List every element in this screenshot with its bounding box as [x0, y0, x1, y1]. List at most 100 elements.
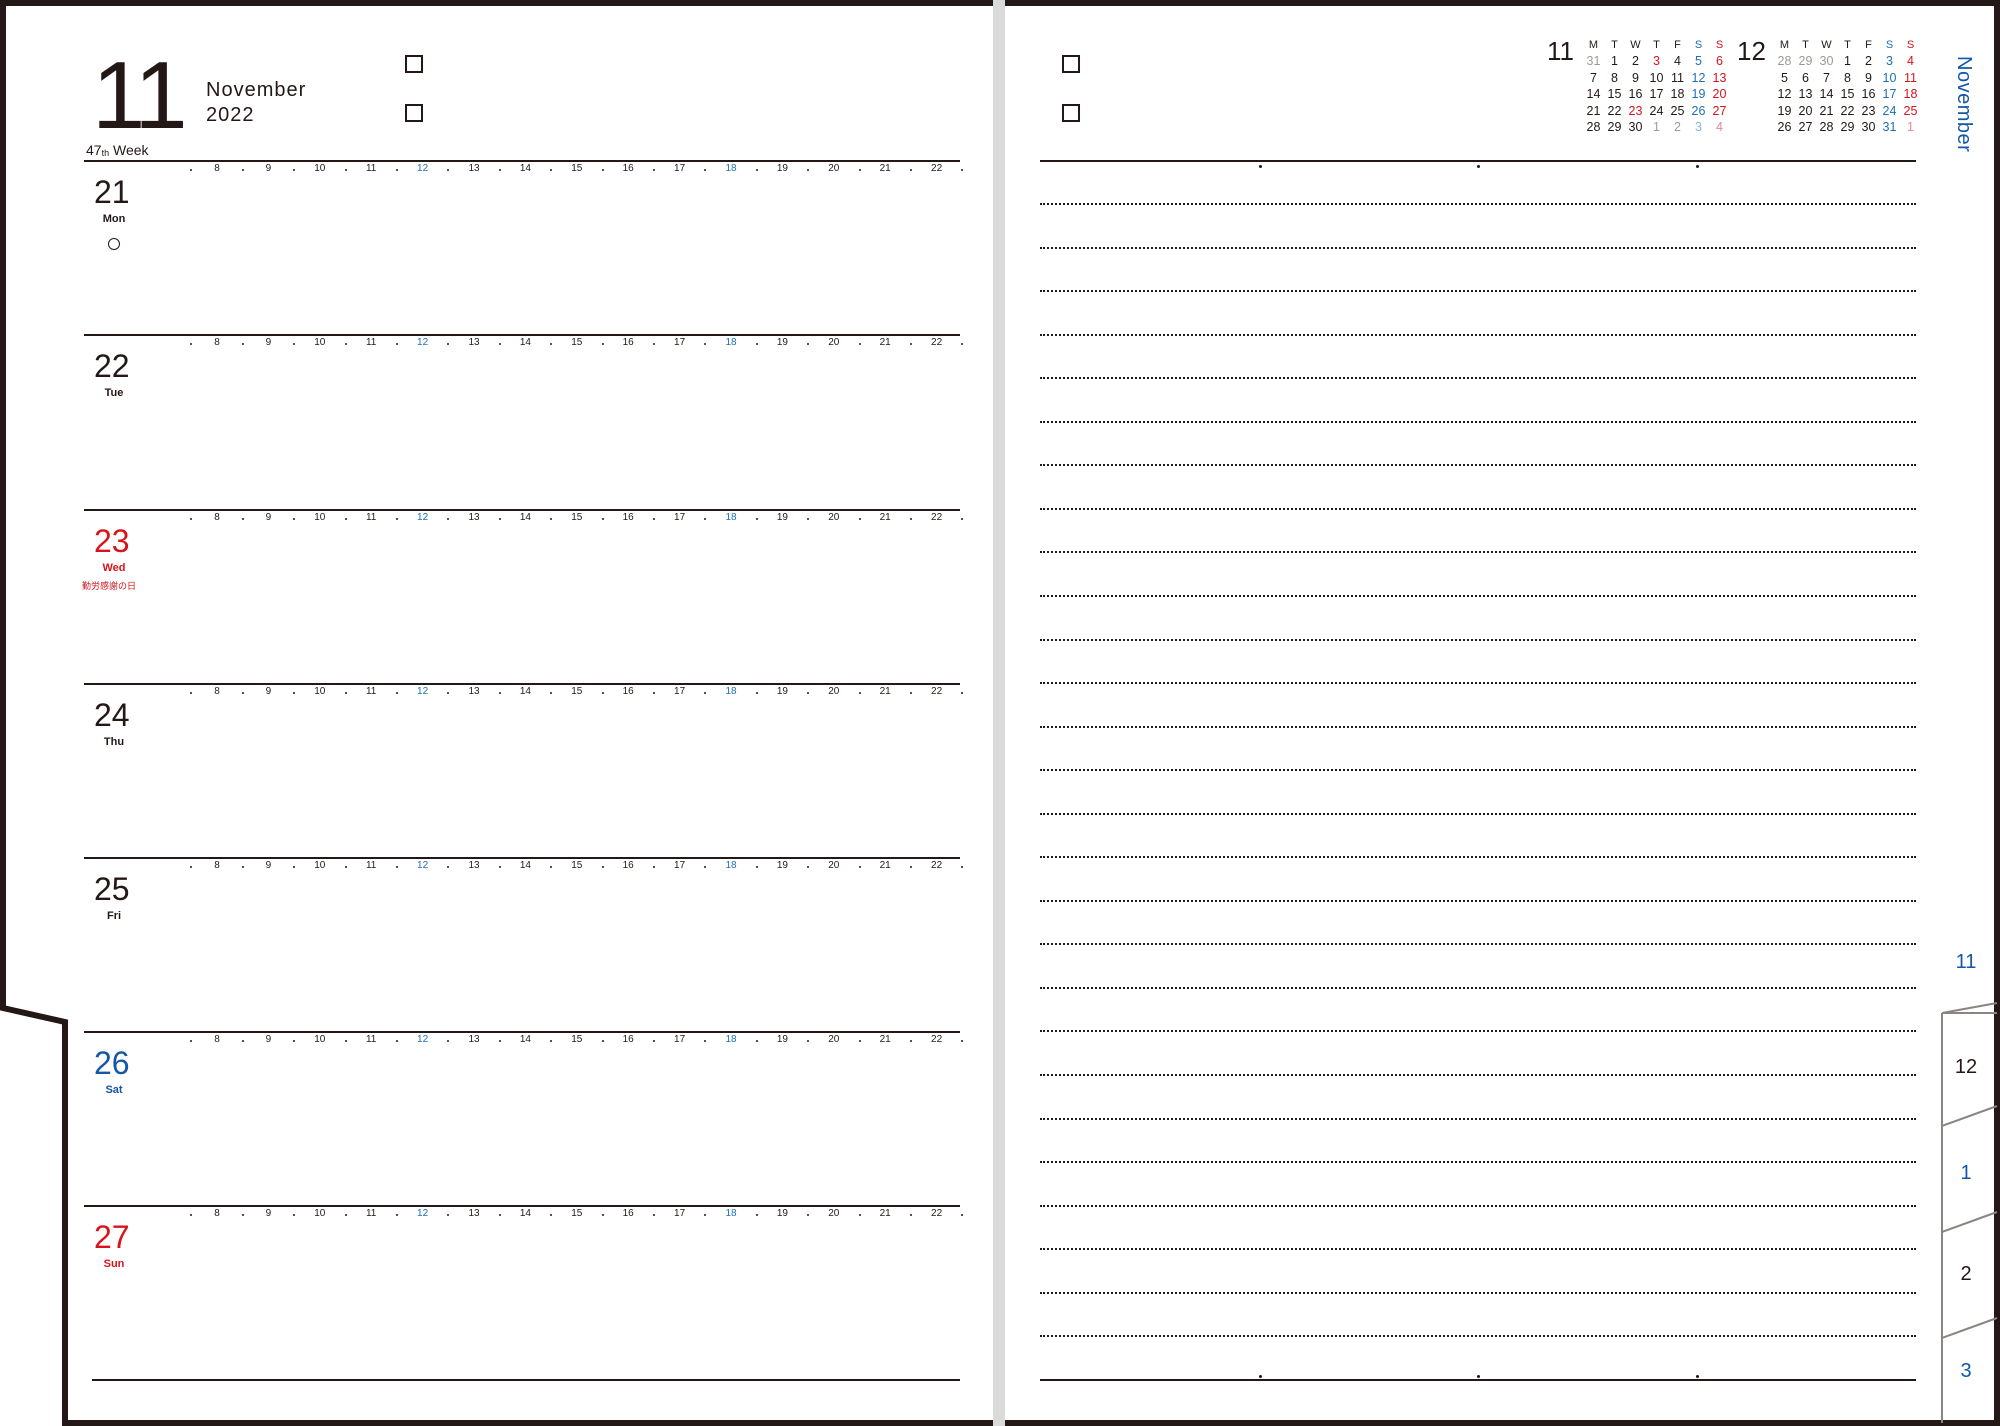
- note-line: [1040, 1161, 1916, 1164]
- half-hour-dot: [344, 343, 347, 345]
- half-hour-dot: [190, 1214, 193, 1216]
- mini-calendar-day: 28: [1586, 119, 1601, 134]
- mini-calendar-day: 18: [1903, 87, 1918, 102]
- half-hour-dot: [704, 1040, 707, 1042]
- hour-label: 16: [622, 1034, 634, 1045]
- half-hour-dot: [755, 692, 758, 694]
- half-hour-dot: [447, 1040, 450, 1042]
- half-hour-dot: [601, 692, 604, 694]
- note-line: [1040, 290, 1916, 293]
- day-row[interactable]: 26 Sat 8 9 10 11 12 13 14 15 16 17 18 19 20 21 22: [84, 1031, 964, 1205]
- todo-checkbox[interactable]: [1062, 55, 1080, 73]
- day-row[interactable]: 22 Tue 8 9 10 11 12 13 14 15 16 17 18 19 20 21 22: [84, 334, 964, 508]
- month-tab-1[interactable]: 1: [1944, 1162, 1988, 1185]
- half-hour-dot: [293, 692, 296, 694]
- mini-calendar-day: 28: [1819, 119, 1834, 134]
- column-guide-dot: [1696, 165, 1699, 168]
- mini-calendar-day: 11: [1671, 70, 1684, 85]
- mini-calendar-day: 6: [1716, 54, 1723, 69]
- hour-label: 10: [314, 512, 326, 523]
- half-hour-dot: [652, 518, 655, 520]
- note-line: [1040, 1335, 1916, 1338]
- month-tab-2[interactable]: 2: [1944, 1263, 1988, 1286]
- todo-checkbox[interactable]: [1062, 104, 1080, 122]
- month-tab-3[interactable]: 3: [1944, 1360, 1988, 1383]
- day-row[interactable]: 24 Thu 8 9 10 11 12 13 14 15 16 17 18 19 20 21 22: [84, 683, 964, 857]
- hour-label: 13: [468, 860, 480, 871]
- half-hour-dot: [498, 1214, 501, 1216]
- hour-label: 13: [468, 337, 480, 348]
- mini-calendar-day: 26: [1691, 103, 1706, 118]
- mini-calendar-day: 23: [1861, 103, 1876, 118]
- day-row[interactable]: 23 Wed 勤労感謝の日 8 9 10 11 12 13 14 15 16 17 18 19 20 21 22: [82, 509, 964, 683]
- mini-calendar-day: 13: [1712, 70, 1727, 85]
- hour-label: 20: [828, 686, 840, 697]
- half-hour-dot: [858, 866, 861, 868]
- half-hour-dot: [344, 866, 347, 868]
- hour-label: 12: [417, 512, 429, 523]
- half-hour-dot: [395, 866, 398, 868]
- note-line: [1040, 1117, 1916, 1120]
- half-hour-dot: [550, 1040, 553, 1042]
- page-spine: [993, 0, 1005, 1426]
- week-word: Week: [112, 142, 149, 158]
- half-hour-dot: [858, 692, 861, 694]
- mini-calendar-weekday-header: T: [1611, 39, 1618, 51]
- half-hour-dot: [395, 169, 398, 171]
- note-line: [1040, 594, 1916, 597]
- mini-calendar-day: 4: [1674, 54, 1681, 69]
- day-row[interactable]: 21 Mon 8 9 10 11 12 13 14 15 16 17 18 19 20 21 22: [84, 160, 964, 334]
- half-hour-dot: [395, 343, 398, 345]
- note-line: [1040, 682, 1916, 685]
- half-hour-dot: [807, 1214, 810, 1216]
- month-tab-11[interactable]: 11: [1944, 951, 1988, 974]
- half-hour-dot: [241, 1214, 244, 1216]
- mini-calendar-day: 19: [1777, 103, 1792, 118]
- half-hour-dot: [447, 692, 450, 694]
- half-hour-dot: [395, 1040, 398, 1042]
- hour-label: 15: [571, 1034, 583, 1045]
- half-hour-dot: [755, 518, 758, 520]
- hour-label: 19: [776, 512, 788, 523]
- mini-calendar-weekday-header: W: [1821, 39, 1832, 51]
- week-suffix: th: [101, 148, 110, 158]
- hour-label: 9: [265, 1208, 272, 1219]
- note-line: [1040, 551, 1916, 554]
- half-hour-dot: [704, 692, 707, 694]
- half-hour-dot: [241, 169, 244, 171]
- hour-label: 21: [879, 337, 891, 348]
- mini-calendar-day: 21: [1586, 103, 1601, 118]
- mini-calendar-day: 25: [1670, 103, 1685, 118]
- note-line: [1040, 1074, 1916, 1076]
- todo-checkbox[interactable]: [405, 104, 423, 122]
- day-row[interactable]: 25 Fri 8 9 10 11 12 13 14 15 16 17 18 19 20 21 22: [84, 857, 964, 1031]
- mini-calendar-day: 12: [1691, 70, 1706, 85]
- half-hour-dot: [550, 692, 553, 694]
- hour-label: 14: [519, 337, 531, 348]
- hour-label: 20: [828, 512, 840, 523]
- hour-label: 20: [828, 337, 840, 348]
- mini-calendar-day: 5: [1695, 54, 1702, 69]
- month-tab-12[interactable]: 12: [1944, 1056, 1988, 1079]
- hour-label: 13: [468, 686, 480, 697]
- half-hour-dot: [498, 169, 501, 171]
- todo-checkbox[interactable]: [405, 55, 423, 73]
- mini-calendar-day: 12: [1777, 87, 1792, 102]
- mini-calendar-day: 30: [1861, 119, 1876, 134]
- mini-calendar-weekday-header: S: [1885, 39, 1894, 51]
- day-weekday: Tue: [104, 387, 124, 399]
- side-month-label: November: [1953, 56, 1975, 153]
- mini-calendar-day: 15: [1840, 87, 1855, 102]
- mini-calendar-weekday-header: M: [1588, 39, 1599, 51]
- note-line: [1040, 507, 1916, 510]
- hour-label: 22: [931, 337, 943, 348]
- bottom-rule: [92, 1379, 960, 1381]
- half-hour-dot: [755, 343, 758, 345]
- hour-label: 10: [314, 163, 326, 174]
- half-hour-dot: [858, 343, 861, 345]
- hour-label: 22: [931, 512, 943, 523]
- mini-calendar-day: 3: [1886, 54, 1893, 69]
- day-row[interactable]: 27 Sun 8 9 10 11 12 13 14 15 16 17 18 19 20 21 22: [84, 1205, 964, 1379]
- mini-calendar-day: 8: [1611, 70, 1618, 85]
- hour-label: 12: [417, 163, 429, 174]
